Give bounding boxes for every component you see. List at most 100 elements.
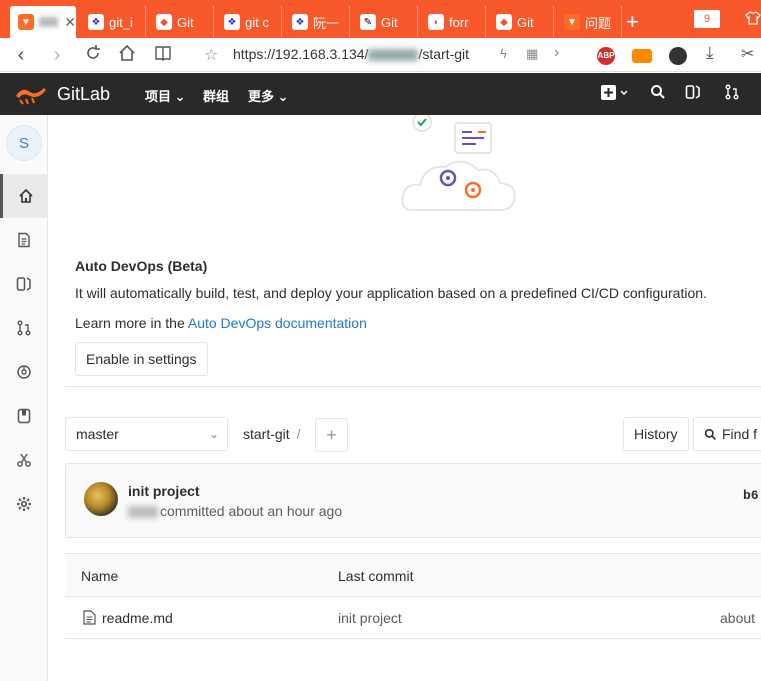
auto-devops-learn-more: Learn more in the Auto DevOps documentat… [75, 315, 367, 331]
menu-more[interactable]: 更多 ⌄ [248, 86, 289, 105]
download-icon[interactable]: ⤓ [706, 43, 714, 63]
author-name-redacted[interactable] [128, 506, 158, 519]
add-file-button[interactable]: + [315, 418, 348, 452]
sidebar-item-ci-cd[interactable] [0, 350, 48, 394]
forward-icon[interactable]: › [46, 44, 68, 66]
browser-tab[interactable]: ❖ git_i [80, 6, 146, 38]
browser-tab[interactable]: ▼ 问题 [556, 6, 622, 38]
file-name: readme.md [102, 610, 173, 626]
file-updated-time: about [720, 610, 756, 626]
table-row[interactable]: readme.md init project about [65, 597, 761, 639]
scissors-icon[interactable]: ✂ [741, 44, 754, 64]
auto-devops-docs-link[interactable]: Auto DevOps documentation [188, 315, 367, 331]
sidebar-item-settings[interactable] [0, 482, 48, 526]
repo-breadcrumb: start-git / [243, 426, 300, 442]
baidu-paw-icon: ❖ [292, 14, 308, 30]
sidebar-item-snippets[interactable] [0, 438, 48, 482]
project-avatar[interactable]: S [6, 125, 42, 161]
extension-icon[interactable] [669, 47, 687, 65]
sidebar-item-merge-requests[interactable] [0, 306, 48, 350]
auto-devops-illustration [401, 115, 516, 211]
chevron-right-icon[interactable]: › [554, 44, 559, 62]
sidebar-item-issues[interactable] [0, 262, 48, 306]
browser-tab[interactable]: ◗ forr [420, 6, 486, 38]
tab-label-redacted [39, 17, 59, 27]
tab-label: Git [381, 14, 398, 30]
new-dropdown[interactable] [600, 84, 630, 107]
pipeline-icon [17, 365, 31, 379]
chevron-down-icon: ⌄ [277, 89, 289, 104]
menu-groups[interactable]: 群组 [203, 86, 229, 105]
reading-mode-icon[interactable] [152, 44, 174, 66]
tab-label: git_i [109, 14, 133, 30]
back-icon[interactable]: ‹ [10, 44, 32, 66]
tab-label: 阮一 [313, 15, 340, 31]
baidu-paw-icon: ❖ [224, 14, 240, 30]
browser-tab[interactable]: ◆ Git [488, 6, 554, 38]
gitlab-icon: ▼ [564, 14, 580, 30]
search-icon[interactable] [650, 84, 666, 105]
close-tab-icon[interactable]: ✕ [64, 14, 76, 31]
blog-icon: ✎ [360, 14, 376, 30]
git-icon: ◆ [496, 14, 512, 30]
qr-code-icon[interactable]: ▦ [526, 46, 538, 62]
tab-count-badge[interactable]: 9 [694, 10, 720, 28]
auto-devops-description: It will automatically build, test, and d… [75, 285, 707, 301]
search-icon [704, 428, 716, 440]
browser-tab[interactable]: ✎ Git [352, 6, 418, 38]
file-tree-table: Name Last commit readme.md init project … [65, 553, 761, 639]
tab-label: Git [177, 14, 194, 30]
sidebar-item-wiki[interactable] [0, 394, 48, 438]
home-icon [18, 188, 33, 203]
commit-sha[interactable]: b6 [743, 488, 759, 503]
gitlab-navbar: GitLab 项目 ⌄ 群组 更多 ⌄ [0, 73, 761, 115]
video-icon[interactable] [632, 49, 652, 63]
sidebar-item-home[interactable] [0, 174, 48, 218]
file-name-cell[interactable]: readme.md [83, 610, 173, 626]
lightning-icon[interactable]: ϟ [500, 46, 507, 61]
merge-request-icon [17, 320, 31, 336]
file-icon [18, 232, 30, 248]
browser-tab-active[interactable]: ▼ ✕ [10, 6, 76, 38]
auto-devops-title: Auto DevOps (Beta) [75, 258, 208, 274]
find-file-button[interactable]: Find f [693, 417, 761, 451]
branch-name: master [76, 426, 119, 442]
merge-request-nav-icon[interactable] [724, 84, 740, 105]
browser-tab[interactable]: ◆ Git [148, 6, 214, 38]
table-header: Name Last commit [65, 554, 761, 597]
branch-select[interactable]: master ⌄ [65, 417, 228, 451]
enable-in-settings-button[interactable]: Enable in settings [75, 342, 208, 376]
browser-address-bar: ‹ › ☆ https://192.168.3.134/ /start-git ϟ… [0, 38, 761, 72]
reload-icon[interactable] [82, 44, 104, 66]
author-avatar[interactable] [84, 482, 118, 516]
menu-more-label: 更多 [248, 89, 275, 104]
url-field[interactable]: https://192.168.3.134/ /start-git [233, 46, 469, 62]
gitlab-brand[interactable]: GitLab [57, 84, 110, 105]
find-file-label: Find f [722, 426, 758, 442]
file-icon [83, 610, 96, 625]
issues-nav-icon[interactable] [685, 84, 701, 105]
adblock-icon[interactable]: ABP [597, 47, 615, 65]
browser-tab[interactable]: ❖ 阮一 [284, 6, 350, 38]
snippets-icon [17, 453, 31, 467]
commit-title[interactable]: init project [128, 483, 200, 499]
gitlab-logo-icon[interactable] [14, 82, 48, 106]
history-button[interactable]: History [623, 417, 689, 451]
sidebar-item-repository[interactable] [0, 218, 48, 262]
browser-tab[interactable]: ❖ git c [216, 6, 282, 38]
column-last-commit: Last commit [338, 568, 414, 584]
orange-icon: ◗ [428, 14, 444, 30]
new-tab-icon[interactable]: + [626, 8, 639, 36]
repo-path-link[interactable]: start-git [243, 426, 290, 442]
menu-projects-label: 项目 [145, 89, 172, 104]
star-icon[interactable]: ☆ [204, 45, 218, 65]
tab-label: git c [245, 14, 269, 30]
menu-projects[interactable]: 项目 ⌄ [145, 86, 186, 105]
home-icon[interactable] [116, 44, 138, 66]
tshirt-icon[interactable] [745, 10, 761, 29]
baidu-paw-icon: ❖ [88, 14, 104, 30]
settings-icon [17, 497, 31, 511]
git-icon: ◆ [156, 14, 172, 30]
project-sidebar: S [0, 115, 48, 681]
file-last-commit[interactable]: init project [338, 610, 402, 626]
